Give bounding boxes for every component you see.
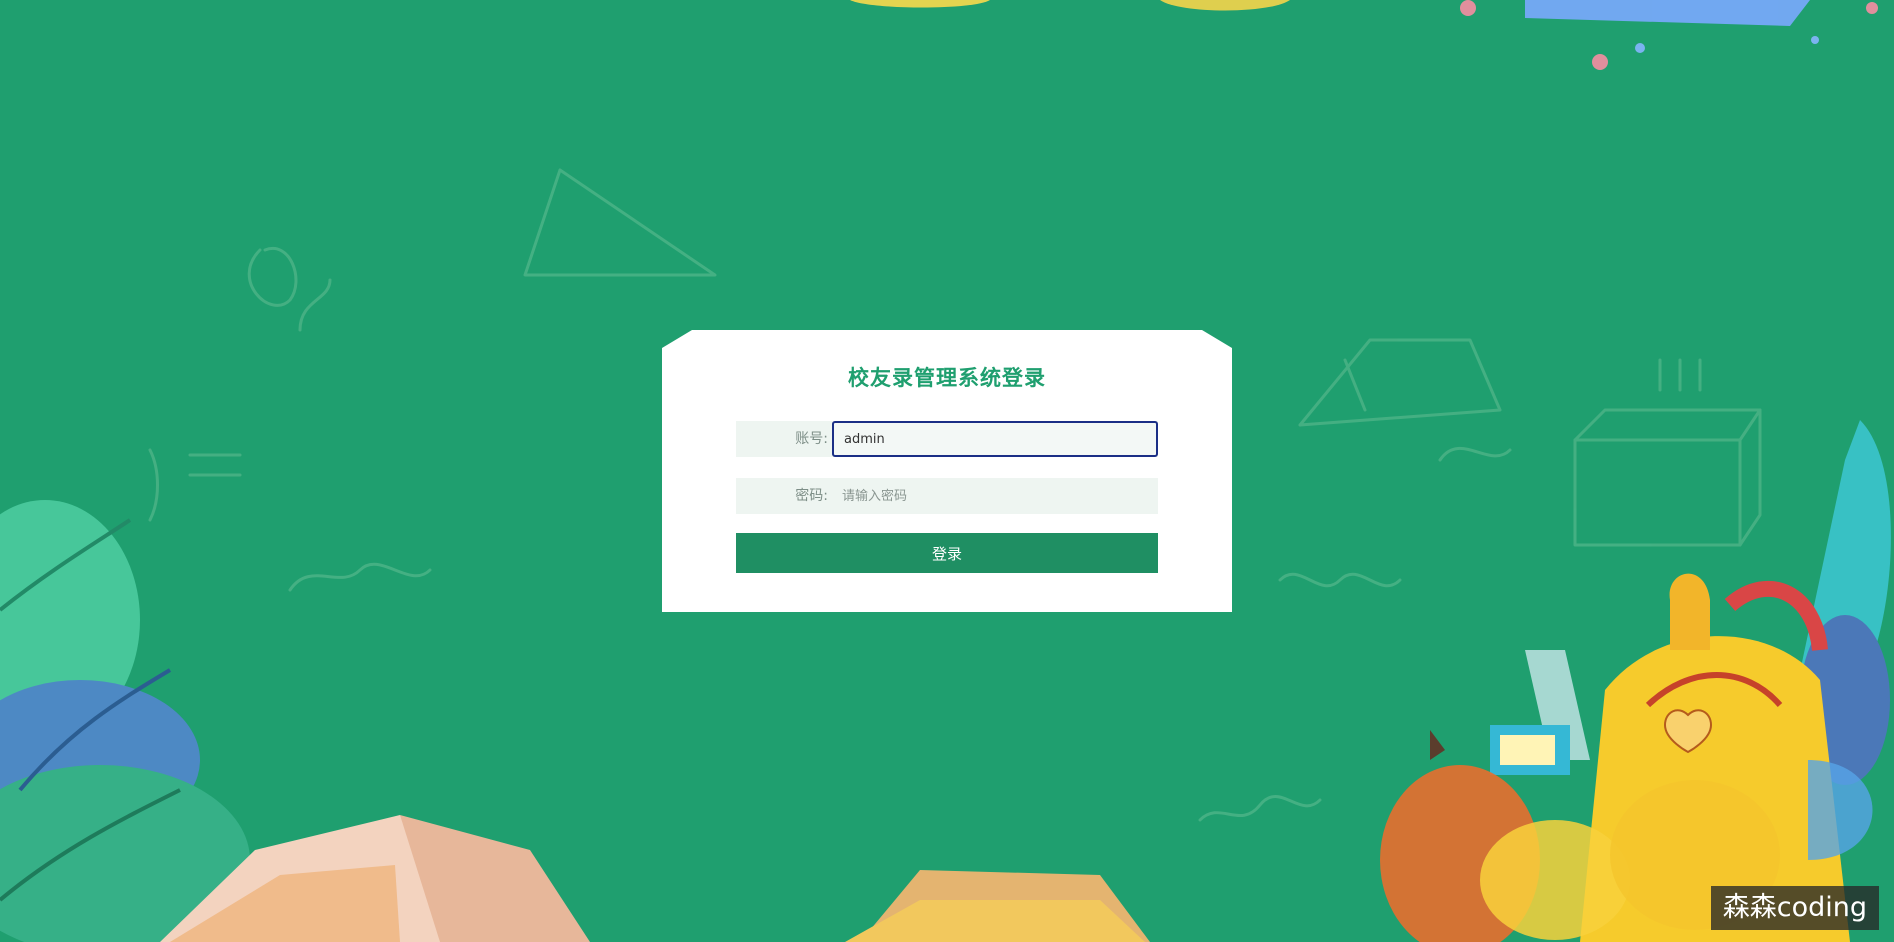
- password-input[interactable]: [832, 478, 1158, 514]
- account-label: 账号:: [795, 431, 828, 447]
- account-row: 账号:: [736, 421, 1158, 457]
- login-button[interactable]: 登录: [736, 533, 1158, 573]
- login-card: 校友录管理系统登录 账号: 密码: 登录: [662, 330, 1232, 612]
- login-title: 校友录管理系统登录: [848, 366, 1046, 390]
- password-row: 密码:: [736, 478, 1158, 514]
- watermark: 森森coding: [1710, 886, 1879, 930]
- account-input[interactable]: [832, 421, 1158, 457]
- password-label: 密码:: [795, 488, 828, 504]
